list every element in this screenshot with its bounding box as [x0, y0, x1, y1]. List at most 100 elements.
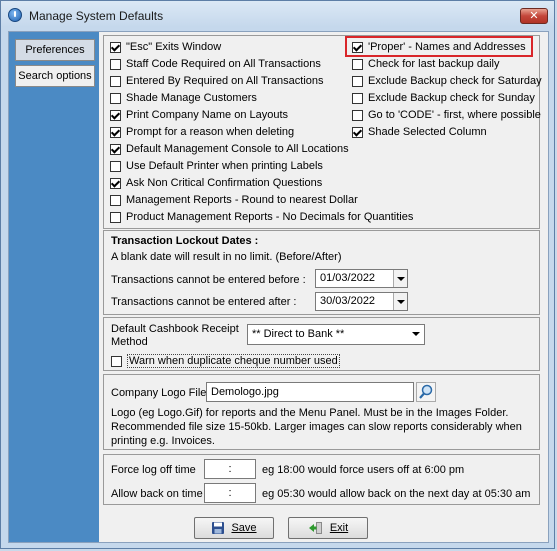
option-label: Go to 'CODE' - first, where possible — [368, 109, 541, 121]
save-button[interactable]: Save — [194, 517, 274, 539]
option-label: Product Management Reports - No Decimals… — [126, 211, 414, 223]
checkbox[interactable] — [352, 58, 363, 70]
lockout-note: A blank date will result in no limit. (B… — [111, 251, 342, 263]
cashbook-label-line1: Default Cashbook Receipt — [111, 323, 239, 335]
checkbox[interactable] — [352, 92, 363, 104]
checkbox[interactable] — [110, 75, 121, 87]
option-label: Print Company Name on Layouts — [126, 109, 289, 121]
dialog-body: Preferences Search options "Esc" Exits W… — [8, 31, 549, 543]
option-label: Use Default Printer when printing Labels — [126, 160, 323, 172]
before-date-value: 01/03/2022 — [320, 272, 376, 284]
checkbox[interactable] — [111, 355, 122, 367]
option-product-reports-no-decimals[interactable]: Product Management Reports - No Decimals… — [110, 211, 413, 223]
checkbox[interactable] — [110, 211, 121, 223]
option-use-default-printer[interactable]: Use Default Printer when printing Labels — [110, 160, 323, 172]
checkbox[interactable] — [110, 194, 121, 206]
option-go-to-code-first[interactable]: Go to 'CODE' - first, where possible — [352, 109, 541, 121]
cashbook-method-select[interactable]: ** Direct to Bank ** — [247, 324, 425, 345]
option-label: Warn when duplicate cheque number used — [127, 354, 340, 368]
warn-duplicate-cheque[interactable]: Warn when duplicate cheque number used — [111, 354, 340, 368]
checkbox[interactable] — [110, 160, 121, 172]
logo-file-label: Company Logo File — [111, 387, 207, 399]
option-management-reports-round[interactable]: Management Reports - Round to nearest Do… — [110, 194, 358, 206]
option-shade-manage-customers[interactable]: Shade Manage Customers — [110, 92, 257, 104]
option-print-company-name[interactable]: Print Company Name on Layouts — [110, 109, 288, 121]
logo-file-input[interactable]: Demologo.jpg — [206, 382, 414, 402]
option-ask-non-critical[interactable]: Ask Non Critical Confirmation Questions — [110, 177, 322, 189]
checkbox[interactable] — [110, 58, 121, 70]
title-bar: Manage System Defaults ✕ — [1, 1, 556, 31]
before-date-picker[interactable]: 01/03/2022 — [315, 269, 408, 288]
option-label: Ask Non Critical Confirmation Questions — [126, 177, 323, 189]
option-default-management-console[interactable]: Default Management Console to All Locati… — [110, 143, 349, 155]
floppy-disk-icon — [212, 522, 225, 534]
option-exclude-backup-saturday[interactable]: Exclude Backup check for Saturday — [352, 75, 542, 87]
dropdown-arrow-icon[interactable] — [393, 270, 407, 287]
option-staff-code-required[interactable]: Staff Code Required on All Transactions — [110, 58, 321, 70]
cashbook-method-value: ** Direct to Bank ** — [252, 328, 345, 340]
sidebar: Preferences Search options — [9, 32, 99, 542]
force-logoff-input[interactable]: : — [204, 459, 256, 479]
option-label: Exclude Backup check for Saturday — [368, 75, 542, 87]
force-logoff-label: Force log off time — [111, 464, 196, 476]
allow-back-hint: eg 05:30 would allow back on the next da… — [262, 488, 531, 500]
magnifier-icon — [419, 384, 433, 399]
app-power-icon — [8, 8, 22, 22]
after-date-value: 30/03/2022 — [320, 295, 376, 307]
option-label: Check for last backup daily — [368, 58, 500, 70]
exit-button[interactable]: Exit — [288, 517, 368, 539]
checkbox[interactable] — [352, 109, 363, 121]
manage-system-defaults-window: Manage System Defaults ✕ Preferences Sea… — [0, 0, 555, 549]
option-entered-by-required[interactable]: Entered By Required on All Transactions — [110, 75, 324, 87]
close-button[interactable]: ✕ — [520, 8, 548, 24]
options-panel: "Esc" Exits Window Staff Code Required o… — [103, 35, 542, 229]
before-date-label: Transactions cannot be entered before : — [111, 274, 306, 286]
logo-note-line2: Recommended file size 15-50kb. Larger im… — [111, 421, 522, 433]
option-label: Management Reports - Round to nearest Do… — [126, 194, 358, 206]
checkbox[interactable] — [352, 75, 363, 87]
sidebar-item-preferences[interactable]: Preferences — [15, 39, 95, 61]
window-title: Manage System Defaults — [29, 9, 164, 23]
cashbook-label-line2: Method — [111, 336, 148, 348]
option-label: Default Management Console to All Locati… — [126, 143, 349, 155]
checkbox[interactable] — [110, 92, 121, 104]
checkbox[interactable] — [110, 177, 121, 189]
sidebar-item-search-options[interactable]: Search options — [15, 65, 95, 87]
log-off-times-panel: Force log off time : eg 18:00 would forc… — [103, 454, 540, 505]
lockout-heading: Transaction Lockout Dates : — [111, 235, 259, 247]
option-esc-exits-window[interactable]: "Esc" Exits Window — [110, 41, 221, 53]
logo-panel: Company Logo File Demologo.jpg Logo (eg … — [103, 374, 540, 450]
dropdown-arrow-icon[interactable] — [393, 293, 407, 310]
cashbook-panel: Default Cashbook Receipt Method ** Direc… — [103, 317, 540, 371]
allow-back-label: Allow back on time — [111, 488, 203, 500]
logo-note-line1: Logo (eg Logo.Gif) for reports and the M… — [111, 407, 509, 419]
option-label: Shade Manage Customers — [126, 92, 257, 104]
option-label: Prompt for a reason when deleting — [126, 126, 295, 138]
checkbox[interactable] — [110, 41, 121, 53]
option-shade-selected-column[interactable]: Shade Selected Column — [352, 126, 487, 138]
lockout-dates-panel: Transaction Lockout Dates : A blank date… — [103, 230, 540, 315]
force-logoff-hint: eg 18:00 would force users off at 6:00 p… — [262, 464, 465, 476]
checkbox[interactable] — [110, 126, 121, 138]
allow-back-input[interactable]: : — [204, 483, 256, 503]
checkbox[interactable] — [352, 126, 363, 138]
exit-button-label: Exit — [329, 522, 349, 534]
exit-door-icon — [308, 522, 322, 534]
checkbox[interactable] — [110, 143, 121, 155]
option-label: Staff Code Required on All Transactions — [126, 58, 321, 70]
option-label: Entered By Required on All Transactions — [126, 75, 324, 87]
option-label: Shade Selected Column — [368, 126, 487, 138]
save-button-label: Save — [231, 522, 257, 534]
option-exclude-backup-sunday[interactable]: Exclude Backup check for Sunday — [352, 92, 535, 104]
after-date-picker[interactable]: 30/03/2022 — [315, 292, 408, 311]
checkbox[interactable] — [110, 109, 121, 121]
option-label: Exclude Backup check for Sunday — [368, 92, 535, 104]
highlight-annotation — [345, 36, 533, 57]
browse-button[interactable] — [416, 382, 436, 402]
option-label: "Esc" Exits Window — [126, 41, 222, 53]
after-date-label: Transactions cannot be entered after : — [111, 296, 297, 308]
option-prompt-reason-deleting[interactable]: Prompt for a reason when deleting — [110, 126, 294, 138]
logo-note-line3: printing e.g. Invoices. — [111, 435, 215, 447]
option-check-last-backup[interactable]: Check for last backup daily — [352, 58, 499, 70]
chevron-down-icon[interactable] — [409, 325, 424, 344]
